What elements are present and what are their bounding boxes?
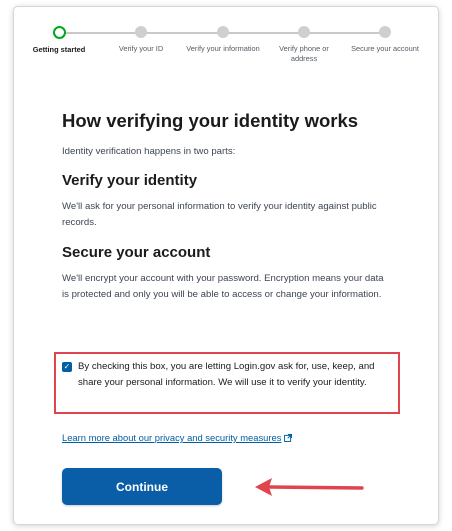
step-dot (298, 26, 310, 38)
step-current-dot (52, 26, 66, 39)
step-verify-phone: Verify phone or address (266, 26, 342, 64)
step-label: Secure your account (351, 44, 419, 53)
main-content: How verifying your identity works Identi… (62, 109, 392, 303)
step-label: Verify phone or address (279, 44, 329, 63)
consent-label[interactable]: By checking this box, you are letting Lo… (78, 359, 394, 390)
step-dot (135, 26, 147, 38)
privacy-security-link[interactable]: Learn more about our privacy and securit… (62, 431, 293, 446)
consent-highlight-box: ✓ By checking this box, you are letting … (54, 352, 400, 414)
page-title: How verifying your identity works (62, 110, 359, 131)
intro-text: Identity verification happens in two par… (62, 146, 236, 157)
identity-verification-card: Getting started Verify your ID Verify yo… (13, 6, 439, 525)
continue-button[interactable]: Continue (62, 468, 222, 505)
step-dot (217, 26, 229, 38)
step-dot (379, 26, 391, 38)
step-label: Verify your ID (118, 44, 164, 53)
consent-checkbox[interactable]: ✓ (62, 362, 72, 372)
step-verify-information: Verify your information (185, 26, 261, 54)
secure-account-heading: Secure your account (62, 244, 211, 261)
verify-identity-text: We'll ask for your personal information … (62, 201, 377, 228)
secure-account-text: We'll encrypt your account with your pas… (62, 273, 384, 300)
step-getting-started: Getting started (21, 26, 97, 55)
verify-identity-heading: Verify your identity (62, 172, 198, 189)
privacy-security-link-label[interactable]: Learn more about our privacy and securit… (62, 432, 281, 443)
step-indicator: Getting started Verify your ID Verify yo… (14, 7, 438, 87)
external-link-icon (284, 432, 293, 446)
step-verify-id: Verify your ID (103, 26, 179, 54)
step-label: Getting started (32, 45, 86, 54)
red-arrow-annotation (255, 478, 364, 496)
step-label: Verify your information (186, 44, 260, 53)
step-secure-account: Secure your account (347, 26, 423, 54)
